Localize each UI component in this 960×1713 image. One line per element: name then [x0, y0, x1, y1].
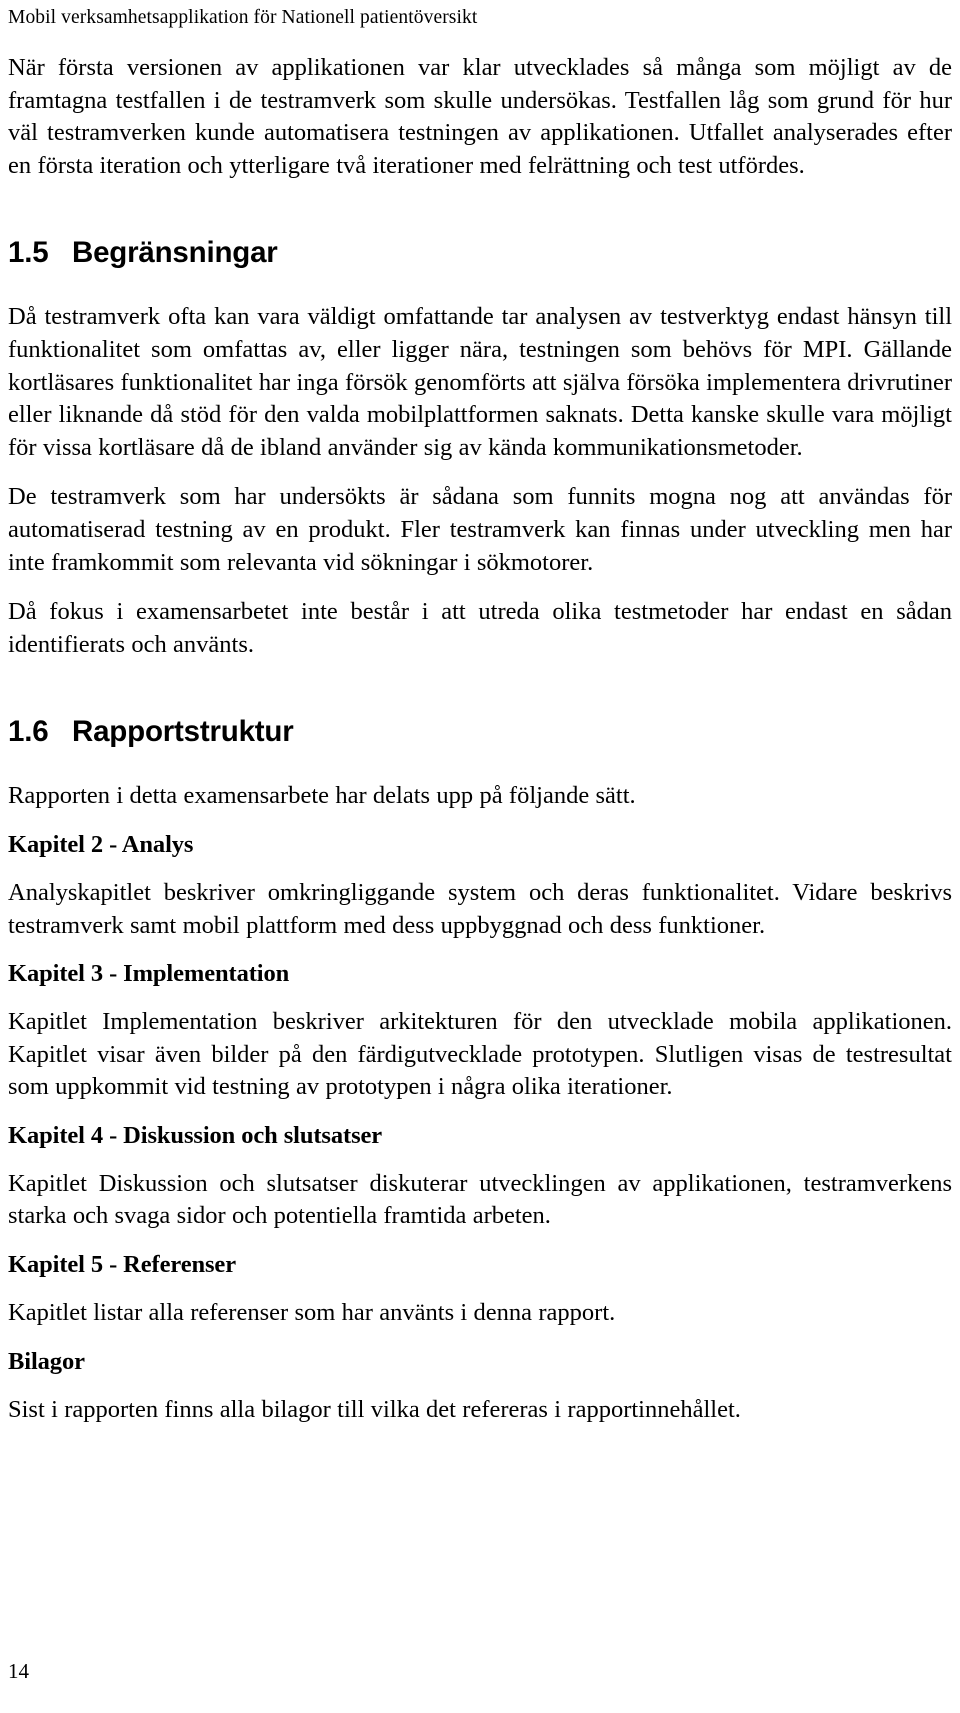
chapter-text-kapitel-5: Kapitlet listar alla referenser som har … — [8, 1299, 616, 1327]
page-content: När första versionen av applikationen va… — [8, 52, 952, 1426]
section-1-5-paragraph-2: De testramverk som har undersökts är såd… — [8, 483, 952, 576]
intro-paragraph: När första versionen av applikationen va… — [8, 54, 952, 179]
chapter-text-kapitel-3: Kapitlet Implementation beskriver arkite… — [8, 1008, 952, 1101]
chapter-heading-kapitel-5: Kapitel 5 - Referenser — [8, 1251, 236, 1279]
chapter-heading-bilagor: Bilagor — [8, 1347, 85, 1375]
section-1-5-paragraph-1: Då testramverk ofta kan vara väldigt omf… — [8, 303, 952, 461]
section-number: 1.6 — [8, 715, 49, 749]
section-1-6-intro-paragraph: Rapporten i detta examensarbete har dela… — [8, 782, 636, 810]
section-1-5-paragraph-3: Då fokus i examensarbetet inte består i … — [8, 598, 952, 658]
section-title: Rapportstruktur — [72, 715, 294, 749]
page-number: 14 — [8, 1659, 29, 1683]
document-page: Mobil verksamhetsapplikation för Natione… — [0, 0, 960, 1713]
running-header: Mobil verksamhetsapplikation för Natione… — [8, 7, 478, 28]
chapter-text-kapitel-2: Analyskapitlet beskriver omkringliggande… — [8, 878, 952, 939]
chapter-heading-kapitel-3: Kapitel 3 - Implementation — [8, 960, 290, 988]
section-heading-1-6: 1.6 Rapportstruktur — [8, 714, 952, 750]
chapter-heading-kapitel-2: Kapitel 2 - Analys — [8, 830, 194, 858]
section-title: Begränsningar — [72, 236, 278, 270]
section-heading-1-5: 1.5 Begränsningar — [8, 235, 952, 271]
chapter-text-kapitel-4: Kapitlet Diskussion och slutsatser disku… — [8, 1169, 952, 1230]
chapter-text-bilagor: Sist i rapporten finns alla bilagor till… — [8, 1395, 741, 1423]
chapter-heading-kapitel-4: Kapitel 4 - Diskussion och slutsatser — [8, 1121, 383, 1149]
section-number: 1.5 — [8, 236, 49, 270]
